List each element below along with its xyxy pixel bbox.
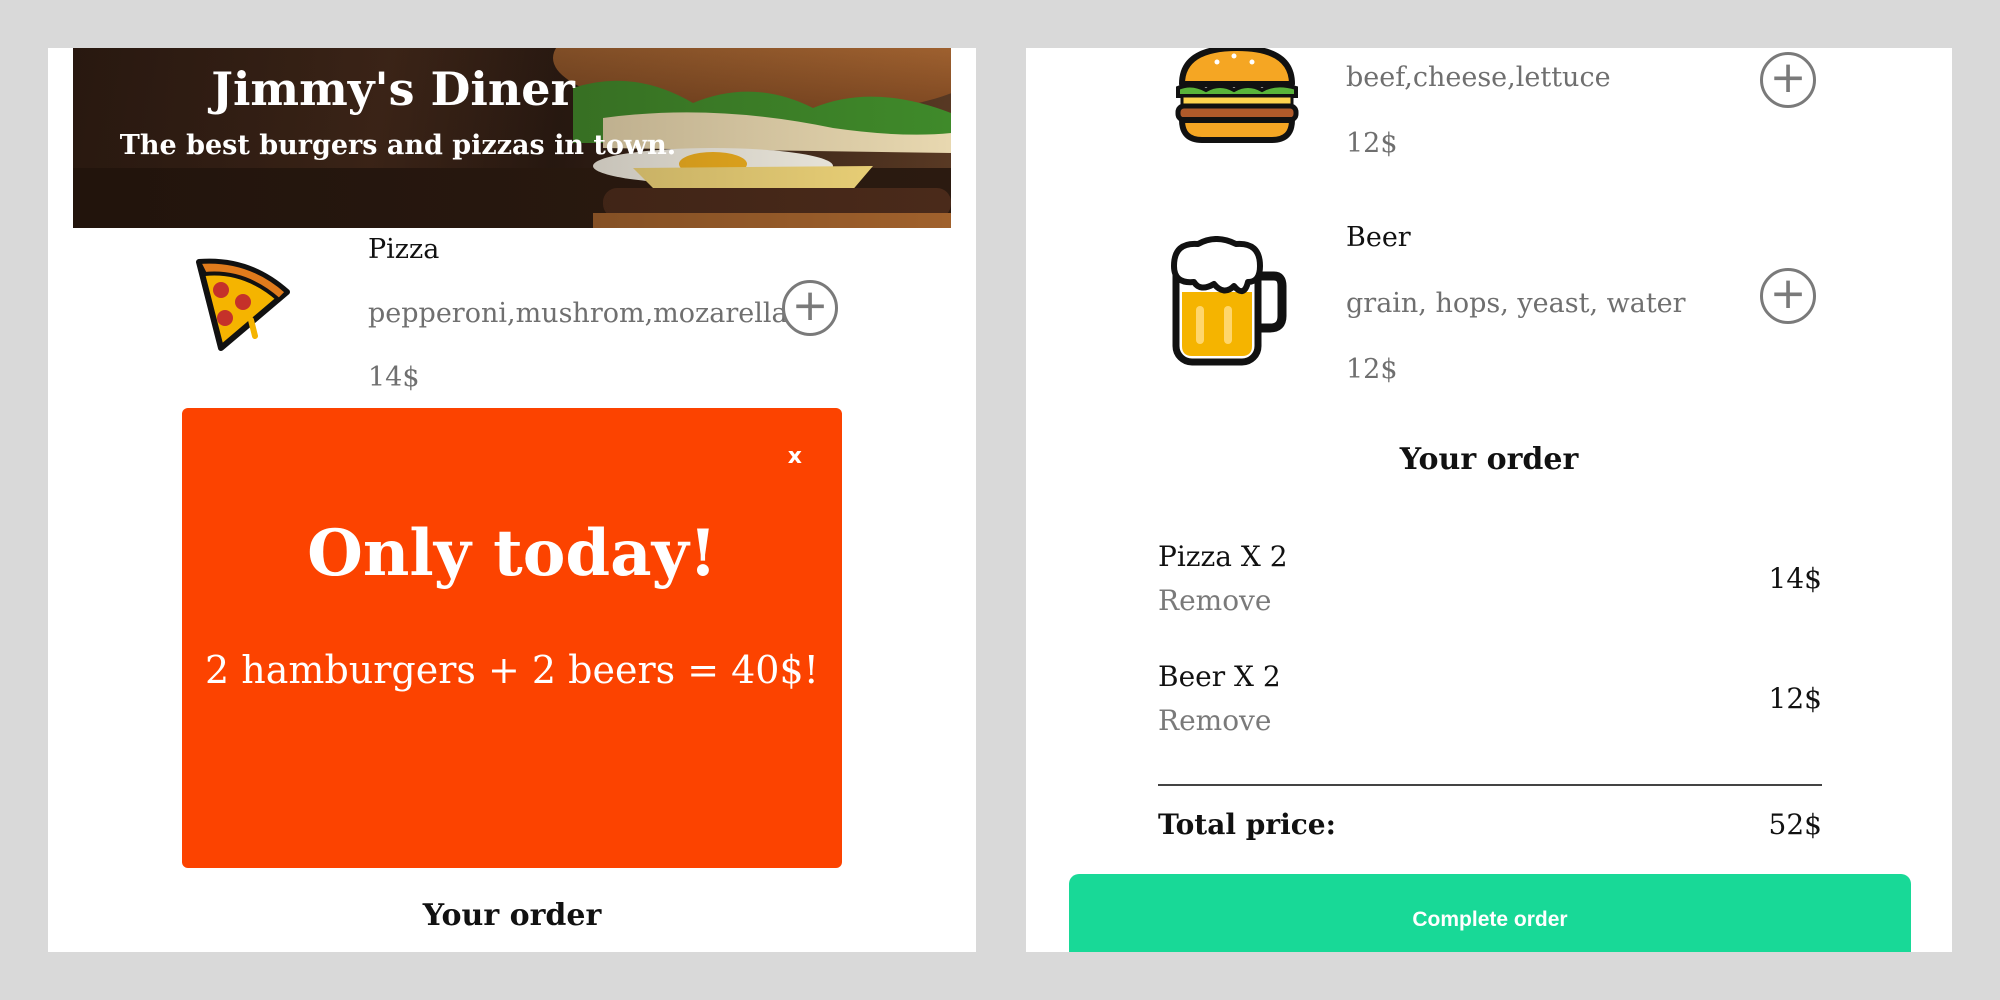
order-item-name: Pizza X 2 — [1158, 540, 1288, 573]
add-hamburger-button[interactable]: + — [1760, 52, 1816, 108]
page-subtitle: The best burgers and pizzas in town. — [119, 130, 677, 161]
order-title: Your order — [422, 898, 602, 933]
menu-item-pizza: Pizza pepperoni,mushrom,mozarella 14$ + — [48, 228, 976, 393]
plus-icon: + — [1769, 52, 1807, 103]
modal-title: Only today! — [307, 516, 717, 591]
item-price: 12$ — [1346, 354, 1398, 385]
plus-icon: + — [1769, 268, 1807, 319]
header-banner: Jimmy's Diner The best burgers and pizza… — [73, 48, 951, 228]
order-title: Your order — [1399, 442, 1579, 477]
complete-order-label: Complete order — [1412, 908, 1568, 931]
pizza-slice-icon — [196, 258, 290, 351]
total-price-label: Total price: — [1158, 808, 1336, 841]
close-modal-button[interactable]: x — [788, 444, 802, 469]
item-ingredients: beef,cheese,lettuce — [1346, 62, 1611, 93]
order-item-name: Beer X 2 — [1158, 660, 1281, 693]
remove-beer-button[interactable]: Remove — [1158, 704, 1271, 737]
item-name: Beer — [1346, 222, 1411, 253]
left-screen: Jimmy's Diner The best burgers and pizza… — [48, 48, 976, 952]
add-pizza-button[interactable]: + — [782, 280, 838, 336]
modal-text: 2 hamburgers + 2 beers = 40$! — [205, 648, 819, 692]
promo-modal: x Only today! 2 hamburgers + 2 beers = 4… — [182, 408, 842, 868]
item-ingredients: pepperoni,mushrom,mozarella — [368, 298, 788, 329]
order-item-price: 12$ — [1768, 682, 1822, 715]
complete-order-button[interactable]: Complete order — [1069, 874, 1911, 952]
item-price: 12$ — [1346, 128, 1398, 159]
right-screen: beef,cheese,lettuce 12$ + Beer grain, ho… — [1026, 48, 1952, 952]
menu-item-hamburger: beef,cheese,lettuce 12$ + — [1026, 48, 1952, 178]
item-name: Pizza — [368, 234, 440, 265]
menu-item-beer: Beer grain, hops, yeast, water 12$ + — [1026, 208, 1952, 385]
remove-pizza-button[interactable]: Remove — [1158, 584, 1271, 617]
beer-mug-icon — [1171, 236, 1287, 366]
total-price-value: 52$ — [1768, 808, 1822, 841]
hamburger-icon — [1175, 48, 1299, 143]
order-divider — [1158, 784, 1822, 786]
item-price: 14$ — [368, 362, 420, 393]
order-item-price: 14$ — [1768, 562, 1822, 595]
page-title: Jimmy's Diner — [211, 62, 575, 116]
item-ingredients: grain, hops, yeast, water — [1346, 288, 1686, 319]
plus-icon: + — [791, 280, 829, 331]
add-beer-button[interactable]: + — [1760, 268, 1816, 324]
